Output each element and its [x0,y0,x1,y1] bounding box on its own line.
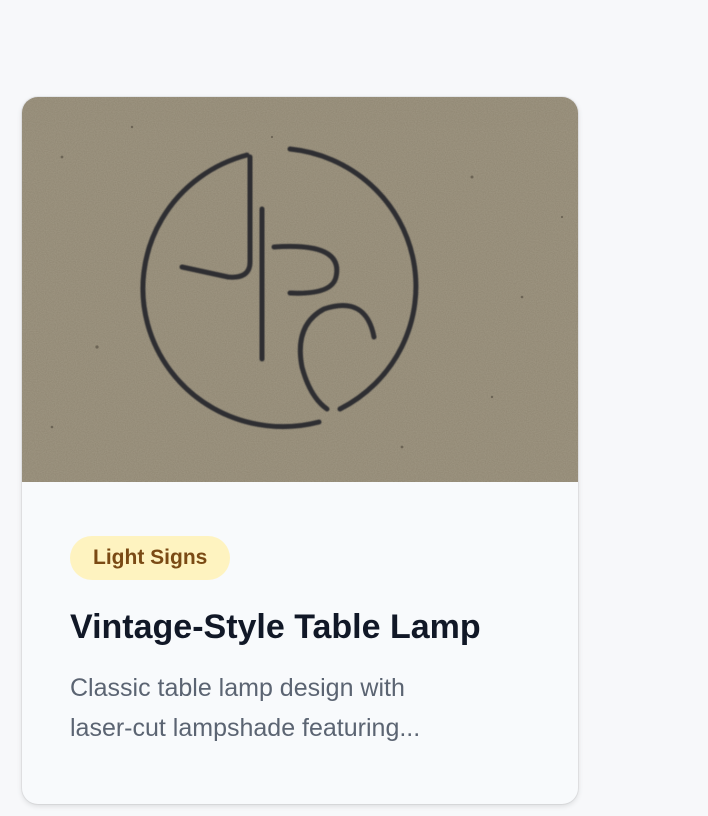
category-badge[interactable]: Light Signs [70,536,231,580]
card-description: Classic table lamp design with laser-cut… [70,668,510,748]
card-title[interactable]: Vintage-Style Table Lamp [70,606,540,648]
product-image[interactable] [22,97,578,482]
description-line-1: Classic table lamp design with [70,674,405,702]
card-body: Light Signs Vintage-Style Table Lamp Cla… [70,536,540,748]
product-card[interactable]: Light Signs Vintage-Style Table Lamp Cla… [22,97,578,804]
description-line-2: laser-cut lampshade featuring... [70,714,421,742]
